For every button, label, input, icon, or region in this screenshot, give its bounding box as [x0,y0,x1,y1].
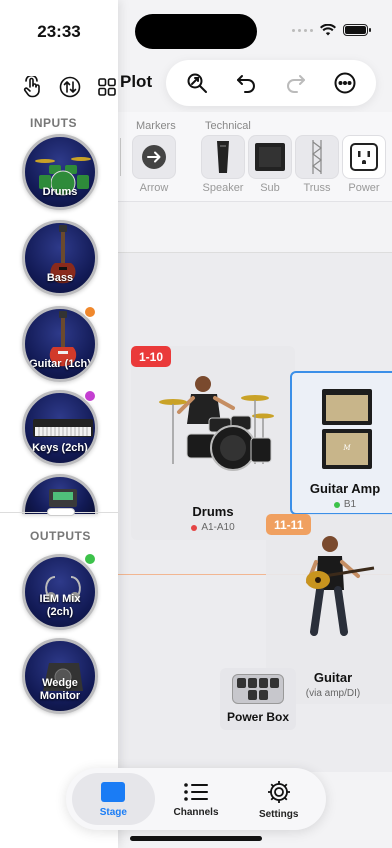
channel-status-dot [191,524,198,531]
input-bass[interactable]: Bass [22,220,98,296]
tray-item-power[interactable]: Power [341,135,387,194]
input-label: Drums [42,186,78,198]
output-wedge-monitor[interactable]: Wedge Monitor [22,638,98,714]
swap-vertical-icon [59,76,81,98]
speaker-icon [217,141,229,173]
list-icon [184,782,208,801]
arrow-icon [142,145,166,169]
tray-item-speaker[interactable]: Speaker [200,135,246,194]
tab-label: Settings [258,808,299,820]
battery-icon [343,24,371,36]
signal-dots-icon [292,28,313,32]
category-technical: Technical [205,120,251,132]
zoom-icon [187,73,207,93]
more-button[interactable] [327,65,363,101]
subwoofer-icon [255,143,285,171]
drums-thumbnail [35,157,91,196]
dynamic-island [135,14,257,49]
redo-icon [286,75,305,93]
undo-icon [237,75,256,93]
input-label: Guitar (1ch) [29,358,91,370]
redo-button[interactable] [278,65,314,101]
tray-item-sub[interactable]: Sub [247,135,293,194]
channel-range: A1-A10 [201,522,235,533]
guitarist-image [306,536,375,636]
hand-pointer-icon [23,76,40,98]
tab-label: Channels [173,806,219,818]
input-drums[interactable]: Drums [22,134,98,210]
tray-item-arrow[interactable]: Arrow [131,135,177,194]
category-markers: Markers [136,120,176,132]
stage-item-name: Guitar Amp [309,481,381,496]
sort-button[interactable] [59,76,81,98]
stage-item-power-box[interactable]: Power Box [220,668,296,730]
tab-stage[interactable]: Stage [72,773,155,825]
grid-view-button[interactable] [96,76,118,98]
input-label: Bass [46,272,74,284]
tray-item-label: Speaker [202,182,244,194]
toolbar [166,60,376,106]
input-label: Keys (2ch) [32,442,88,454]
page-title: Plot [120,72,153,91]
gear-icon [267,780,290,803]
tab-channels[interactable]: Channels [155,773,238,825]
bass-guitar-thumbnail [50,225,76,284]
tray-item-label: Power [348,182,380,194]
output-label: Wedge Monitor [39,677,81,702]
more-icon [334,72,356,94]
stage-item-drums[interactable]: 1-10 Drums A1-A10 [131,346,295,540]
inputs-section-label: INPUTS [30,116,78,130]
input-status-dot [84,306,96,318]
tray-divider [120,138,121,176]
sidebar: INPUTS Drums Bass Guitar (1ch) Keys (2ch… [0,0,118,848]
tray-item-label: Arrow [139,182,169,194]
drum-kit-image [159,376,274,471]
svg-text:M: M [342,444,351,452]
truss-icon [312,140,322,174]
tray-item-truss[interactable]: Truss [294,135,340,194]
undo-button[interactable] [228,65,264,101]
sidebar-tools [22,76,118,98]
tab-label: Stage [99,806,127,818]
input-status-dot [84,390,96,402]
home-indicator [130,836,262,841]
stage-item-channels: B1 [292,499,392,510]
keyboard-thumbnail [33,419,93,437]
tab-bar: Stage Channels Settings [66,768,326,830]
tab-settings[interactable]: Settings [237,773,320,825]
select-mode-button[interactable] [22,76,44,98]
tray-item-label: Sub [260,182,280,194]
grid-icon [98,78,116,96]
stage-icon [101,781,126,802]
output-status-dot [84,553,96,565]
electric-guitar-thumbnail [49,311,77,367]
channel-range: B1 [343,499,357,510]
outputs-section-label: OUTPUTS [30,529,91,543]
resize-handle[interactable] [47,508,75,516]
status-time: 23:33 [37,22,81,41]
stage-item-name: Power Box [226,710,289,724]
power-strip-icon [232,674,284,704]
stage-item-guitar-amp[interactable]: M Guitar Amp B1 [290,371,392,515]
channel-status-dot [333,501,340,508]
guitar-amp-image: M [322,389,372,469]
output-iem-mix[interactable]: IEM Mix (2ch) [22,554,98,630]
power-outlet-icon [350,143,378,171]
output-label: IEM Mix (2ch) [39,593,81,618]
wifi-icon [320,24,336,36]
zoom-button[interactable] [179,65,215,101]
tray-item-label: Truss [303,182,331,194]
status-icons [292,24,371,36]
